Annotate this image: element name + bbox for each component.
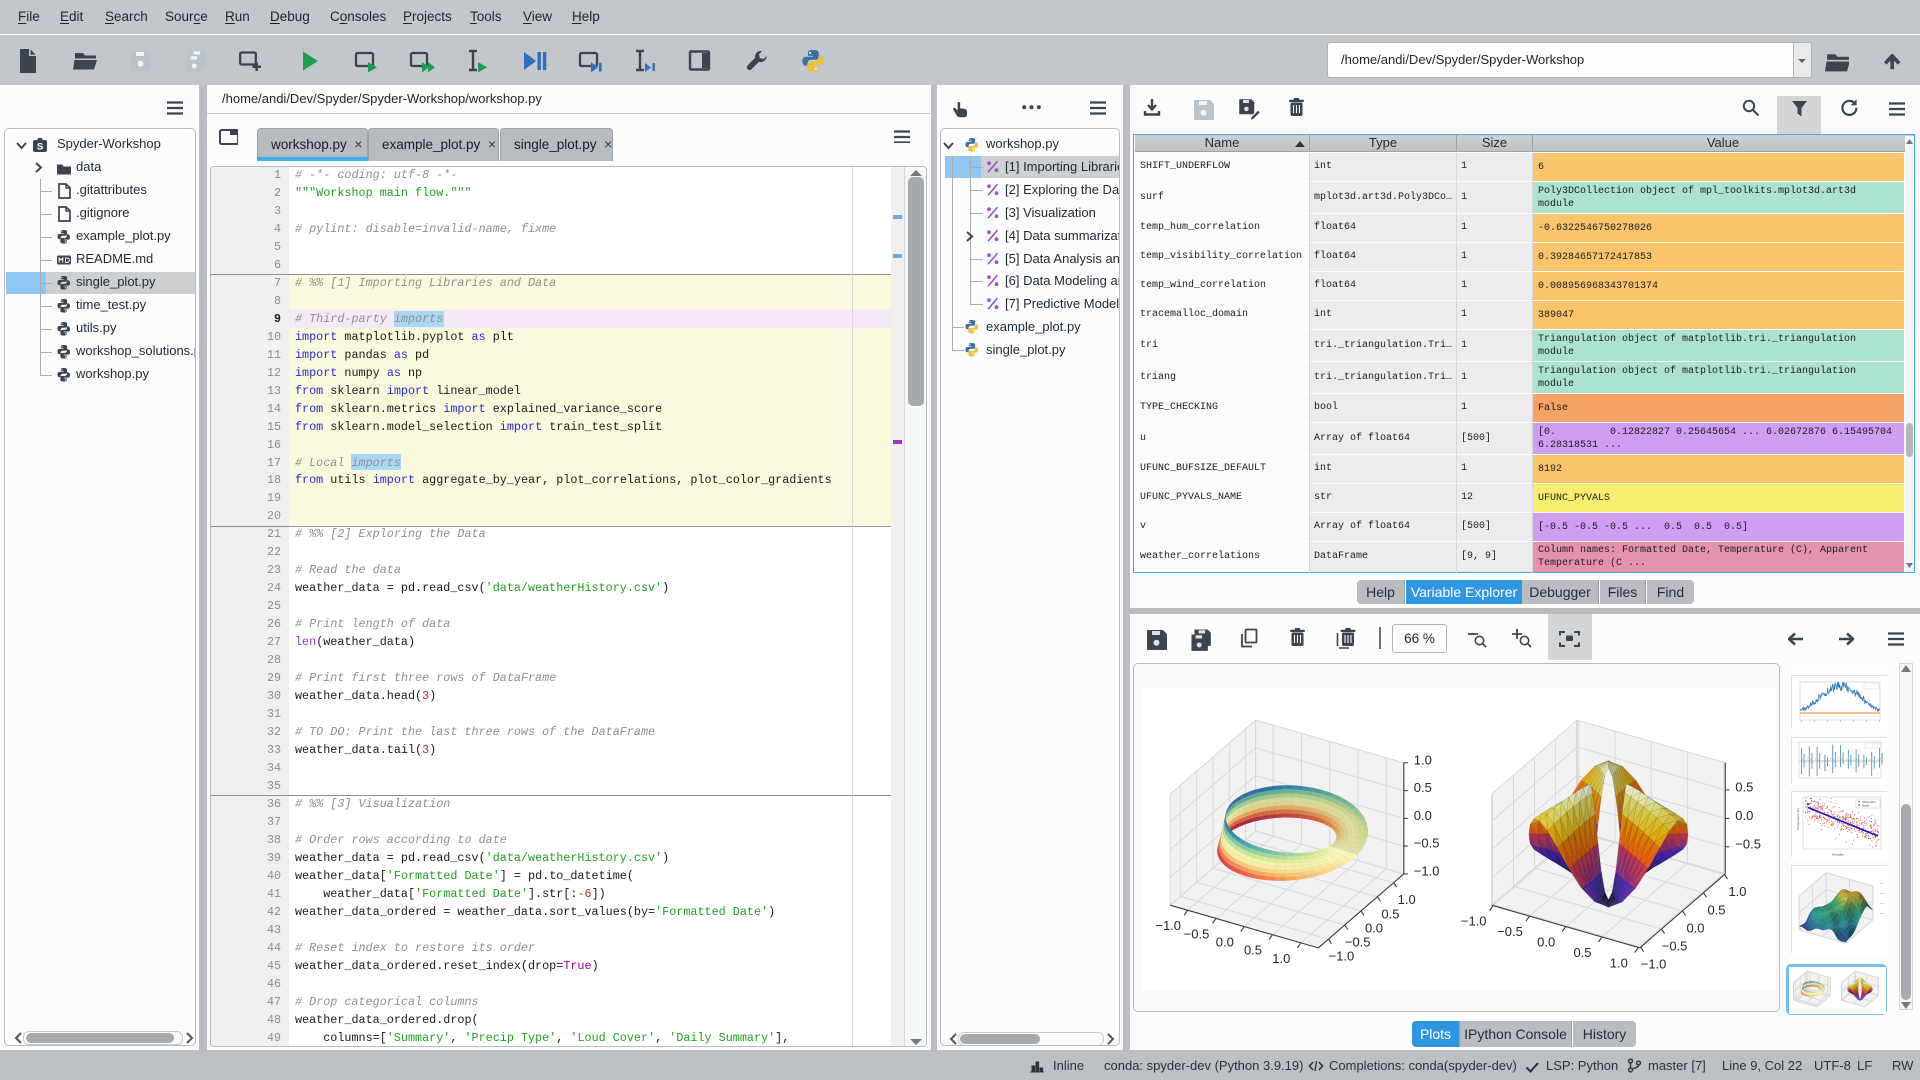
svg-text:0.0: 0.0 bbox=[1216, 935, 1234, 950]
svg-text:—: — bbox=[1880, 890, 1884, 895]
svg-text:0.0: 0.0 bbox=[1686, 920, 1704, 935]
svg-text:0.5: 0.5 bbox=[1707, 902, 1725, 917]
svg-text:−0.5: −0.5 bbox=[1735, 836, 1761, 851]
svg-text:—: — bbox=[1880, 880, 1884, 885]
svg-text:—: — bbox=[1880, 900, 1884, 905]
svg-text:0.0: 0.0 bbox=[1735, 808, 1753, 823]
svg-text:0.0: 0.0 bbox=[1537, 935, 1555, 950]
svg-text:1.0: 1.0 bbox=[1414, 752, 1432, 767]
svg-text:−1.0: −1.0 bbox=[1641, 957, 1667, 972]
svg-text:−0.5: −0.5 bbox=[1662, 939, 1688, 954]
svg-text:0.5: 0.5 bbox=[1414, 780, 1432, 795]
svg-text:−0.5: −0.5 bbox=[1497, 924, 1523, 939]
svg-text:−0.5: −0.5 bbox=[1345, 935, 1371, 950]
svg-text:0.5: 0.5 bbox=[1735, 779, 1753, 794]
svg-text:S: S bbox=[37, 141, 43, 152]
svg-text:0.0: 0.0 bbox=[1414, 808, 1432, 823]
svg-text:0.5: 0.5 bbox=[1244, 943, 1262, 958]
svg-text:1.0: 1.0 bbox=[1398, 892, 1416, 907]
svg-text:Temperature (C): Temperature (C) bbox=[1796, 808, 1800, 830]
svg-text:−1.0: −1.0 bbox=[1414, 863, 1440, 878]
svg-text:—: — bbox=[1880, 910, 1884, 915]
svg-text:0.5: 0.5 bbox=[1381, 906, 1399, 921]
svg-text:Humidity: Humidity bbox=[1832, 853, 1844, 857]
svg-text:−0.5: −0.5 bbox=[1414, 836, 1440, 851]
svg-text:0.5: 0.5 bbox=[1573, 945, 1591, 960]
svg-text:−1.0: −1.0 bbox=[1329, 949, 1355, 964]
svg-text:0.0: 0.0 bbox=[1365, 920, 1383, 935]
svg-text:−1.0: −1.0 bbox=[1461, 914, 1487, 929]
svg-text:−0.5: −0.5 bbox=[1184, 926, 1210, 941]
svg-text:−1.0: −1.0 bbox=[1155, 918, 1181, 933]
svg-text:1.0: 1.0 bbox=[1610, 956, 1628, 971]
svg-text:Model: Model bbox=[1862, 804, 1869, 808]
svg-text:1.0: 1.0 bbox=[1728, 884, 1746, 899]
svg-text:1.0: 1.0 bbox=[1272, 951, 1290, 966]
svg-text:Observation: Observation bbox=[1862, 800, 1877, 804]
